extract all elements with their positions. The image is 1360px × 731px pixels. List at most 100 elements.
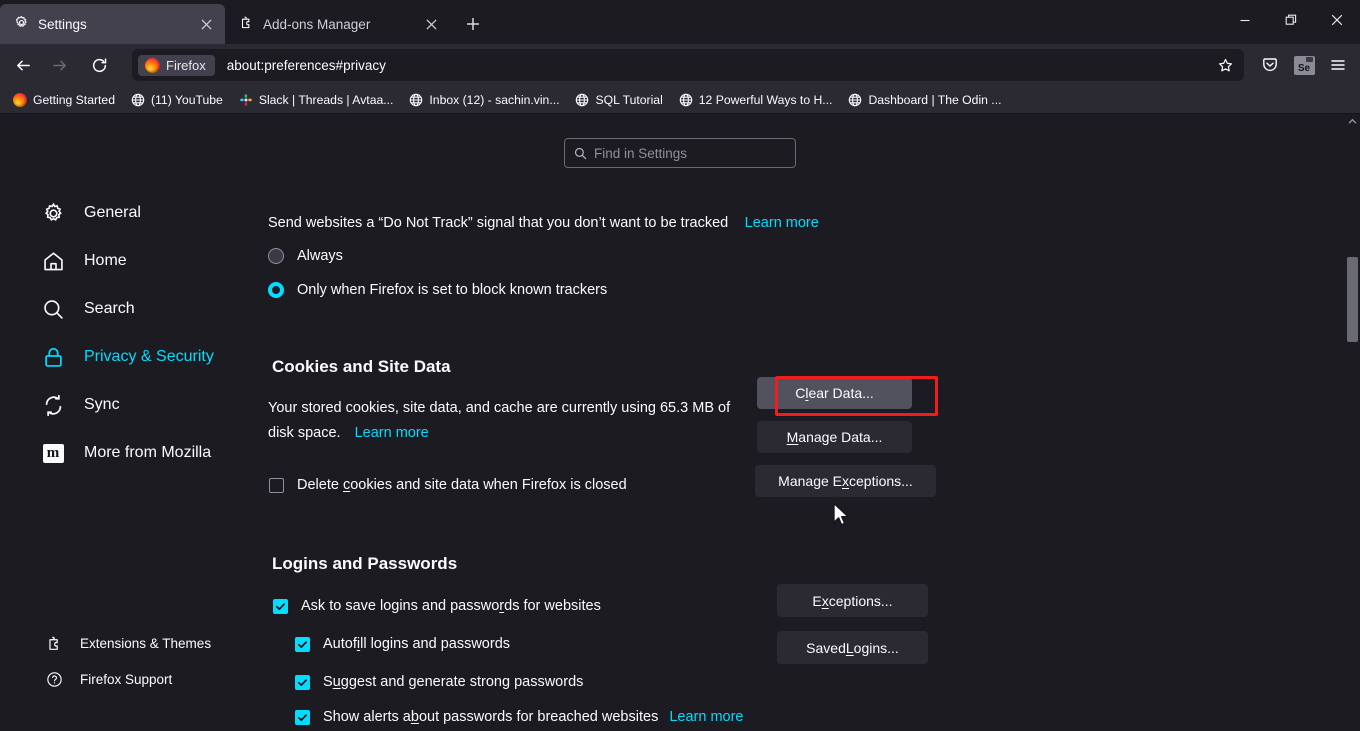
close-window-button[interactable] bbox=[1314, 0, 1360, 40]
dnt-learn-more-link[interactable]: Learn more bbox=[745, 215, 819, 231]
radio-only-when-blocking[interactable] bbox=[268, 282, 284, 298]
label-post: ceptions... bbox=[828, 592, 893, 609]
sidebar-item-general[interactable]: General bbox=[40, 200, 141, 226]
sidebar-item-sync[interactable]: Sync bbox=[40, 392, 120, 418]
label-pre: Ask to save logins and passwo bbox=[301, 598, 500, 614]
bookmark-label: Dashboard | The Odin ... bbox=[868, 92, 1002, 107]
extension-badge: Se bbox=[1293, 55, 1315, 75]
saved-logins-button[interactable]: Saved Logins... bbox=[777, 631, 928, 664]
cookies-desc-line2: disk space. bbox=[268, 425, 341, 441]
bookmark-label: (11) YouTube bbox=[150, 92, 223, 107]
breach-alerts-learn-more-link[interactable]: Learn more bbox=[669, 709, 743, 725]
cookies-section-heading: Cookies and Site Data bbox=[272, 357, 451, 376]
scroll-up-arrow-icon[interactable] bbox=[1345, 114, 1360, 129]
sidebar-item-label: Home bbox=[84, 252, 127, 269]
sidebar-item-extensions-themes[interactable]: Extensions & Themes bbox=[44, 633, 211, 653]
access-key: x bbox=[821, 592, 829, 609]
access-key: u bbox=[332, 674, 341, 690]
bookmark-item[interactable]: Inbox (12) - sachin.vin... bbox=[402, 90, 566, 110]
bookmark-item[interactable]: Getting Started bbox=[6, 90, 122, 110]
label-pre: Saved bbox=[806, 639, 846, 656]
tab-addons-manager[interactable]: Add-ons Manager bbox=[225, 4, 450, 44]
sidebar-item-search[interactable]: Search bbox=[40, 296, 135, 322]
manage-data-button[interactable]: Manage Data... bbox=[757, 421, 912, 453]
dnt-option-only-when-blocking[interactable]: Only when Firefox is set to block known … bbox=[268, 282, 607, 298]
sidebar-item-label: Search bbox=[84, 300, 135, 317]
url-bar[interactable]: Firefox about:preferences#privacy bbox=[132, 49, 1244, 81]
checkbox-breach-alerts[interactable] bbox=[295, 709, 310, 725]
vertical-scrollbar[interactable] bbox=[1345, 114, 1360, 731]
ask-to-save-logins-row[interactable]: Ask to save logins and passwords for web… bbox=[273, 598, 601, 614]
label-post: ogins... bbox=[853, 639, 899, 656]
tab-title: Add-ons Manager bbox=[263, 16, 371, 32]
bookmarks-toolbar: Getting Started (11) YouTube Slack | Thr… bbox=[0, 86, 1360, 114]
delete-cookies-on-close-row[interactable]: Delete cookies and site data when Firefo… bbox=[269, 477, 627, 493]
dnt-option-always[interactable]: Always bbox=[268, 248, 343, 264]
radio-always[interactable] bbox=[268, 248, 284, 264]
minimize-button[interactable] bbox=[1222, 0, 1268, 40]
logins-exceptions-button[interactable]: Ex ceptions... bbox=[777, 584, 928, 617]
access-key: b bbox=[410, 709, 419, 725]
sidebar-item-firefox-support[interactable]: Firefox Support bbox=[44, 669, 172, 689]
sidebar-item-privacy-security[interactable]: Privacy & Security bbox=[40, 344, 214, 370]
access-key: L bbox=[845, 639, 854, 656]
bookmark-item[interactable]: Dashboard | The Odin ... bbox=[841, 90, 1008, 110]
close-icon[interactable] bbox=[420, 13, 442, 35]
autofill-logins-label: Autofill logins and passwords bbox=[323, 636, 510, 652]
navigation-toolbar: Firefox about:preferences#privacy Se bbox=[0, 44, 1360, 86]
new-tab-button[interactable] bbox=[458, 9, 488, 39]
label-pre: Delete bbox=[297, 477, 343, 493]
forward-button[interactable] bbox=[42, 49, 76, 81]
checkbox-delete-cookies-on-close[interactable] bbox=[269, 477, 284, 493]
identity-badge[interactable]: Firefox bbox=[138, 54, 215, 76]
checkbox-autofill-logins[interactable] bbox=[295, 636, 310, 652]
suggest-strong-passwords-row[interactable]: Suggest and generate strong passwords bbox=[295, 674, 583, 690]
bookmark-item[interactable]: SQL Tutorial bbox=[568, 90, 669, 110]
label-pre: Show alerts a bbox=[323, 709, 411, 725]
logins-section-heading: Logins and Passwords bbox=[272, 554, 458, 573]
label-pre: S bbox=[323, 674, 333, 690]
pocket-icon[interactable] bbox=[1254, 49, 1286, 81]
sync-icon bbox=[40, 392, 66, 418]
bookmark-label: Slack | Threads | Avtaa... bbox=[258, 92, 394, 107]
maximize-restore-button[interactable] bbox=[1268, 0, 1314, 40]
label-post: ll logins and passwords bbox=[360, 636, 511, 652]
sidebar-item-home[interactable]: Home bbox=[40, 248, 127, 274]
bookmark-item[interactable]: Slack | Threads | Avtaa... bbox=[232, 90, 401, 110]
bookmark-label: Getting Started bbox=[33, 92, 115, 107]
breach-alerts-row[interactable]: Show alerts about passwords for breached… bbox=[295, 709, 743, 725]
bookmark-item[interactable]: (11) YouTube bbox=[124, 90, 230, 110]
dnt-text: Send websites a “Do Not Track” signal th… bbox=[268, 215, 729, 231]
do-not-track-description: Send websites a “Do Not Track” signal th… bbox=[268, 214, 819, 232]
bookmark-star-icon[interactable] bbox=[1210, 51, 1240, 79]
label-pre: E bbox=[812, 592, 822, 609]
delete-cookies-label: Delete cookies and site data when Firefo… bbox=[297, 477, 627, 493]
search-input[interactable]: Find in Settings bbox=[564, 138, 796, 168]
close-icon[interactable] bbox=[195, 13, 217, 35]
label-post: ggest and generate strong passwords bbox=[340, 674, 584, 690]
firefox-icon bbox=[145, 57, 160, 73]
sidebar-item-more-from-mozilla[interactable]: m More from Mozilla bbox=[40, 440, 211, 466]
bookmark-label: Inbox (12) - sachin.vin... bbox=[429, 92, 560, 107]
checkbox-suggest-strong-passwords[interactable] bbox=[295, 674, 310, 690]
sidebar-item-label: Firefox Support bbox=[80, 671, 173, 687]
scrollbar-thumb[interactable] bbox=[1347, 257, 1358, 342]
url-text[interactable]: about:preferences#privacy bbox=[227, 58, 1210, 73]
access-key: M bbox=[786, 429, 799, 445]
selenium-extension-icon[interactable]: Se bbox=[1288, 49, 1320, 81]
bookmark-item[interactable]: 12 Powerful Ways to H... bbox=[672, 90, 840, 110]
tab-settings[interactable]: Settings bbox=[0, 4, 225, 44]
manage-exceptions-button[interactable]: Manage Ex ceptions... bbox=[755, 465, 936, 497]
identity-badge-label: Firefox bbox=[166, 57, 206, 73]
reload-button[interactable] bbox=[82, 49, 116, 81]
cookies-learn-more-link[interactable]: Learn more bbox=[355, 425, 429, 441]
checkbox-ask-to-save-logins[interactable] bbox=[273, 598, 288, 614]
autofill-logins-row[interactable]: Autofill logins and passwords bbox=[295, 636, 510, 652]
globe-icon bbox=[575, 93, 589, 107]
app-menu-icon[interactable] bbox=[1322, 49, 1354, 81]
sidebar-item-label: Extensions & Themes bbox=[80, 635, 212, 651]
label-post: out passwords for breached websites bbox=[418, 709, 659, 725]
back-button[interactable] bbox=[6, 49, 40, 81]
search-icon bbox=[40, 296, 66, 322]
search-icon bbox=[574, 147, 587, 160]
